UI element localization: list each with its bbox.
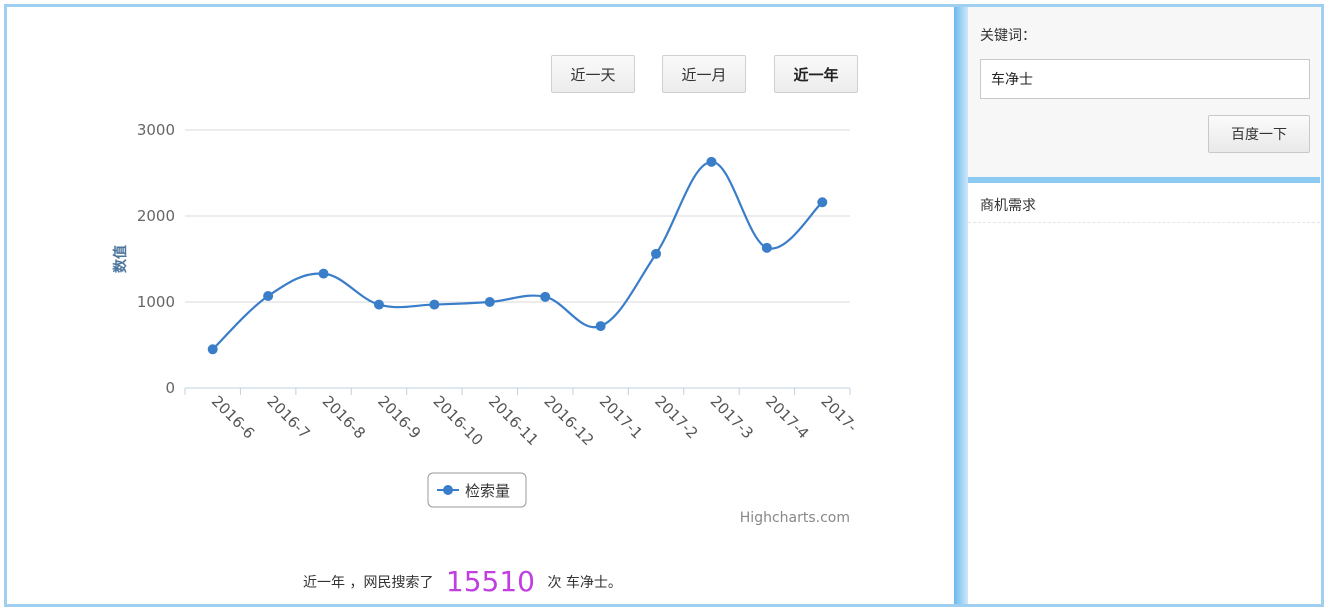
summary-text-before: ，网民搜索了 <box>349 575 434 591</box>
legend-label: 检索量 <box>465 482 510 500</box>
y-axis-title: 数值 <box>112 245 129 273</box>
sidebar: 关键词： 百度一下 商机需求 <box>968 7 1320 604</box>
x-tick-label: 2017-4 <box>762 392 812 442</box>
y-tick-label: 0 <box>165 379 175 397</box>
data-point <box>706 156 717 167</box>
x-tick-label: 2016-6 <box>208 392 258 442</box>
column-divider <box>954 7 968 604</box>
legend-marker-icon <box>443 485 453 495</box>
data-point <box>595 321 606 332</box>
y-tick-label: 1000 <box>137 293 175 311</box>
x-tick-label: 2016-8 <box>319 392 369 442</box>
chart-credits: Highcharts.com <box>740 510 850 526</box>
summary-period: 近一年 <box>303 575 345 591</box>
summary-count: 15510 <box>445 565 535 598</box>
x-tick-label: 2016-11 <box>485 392 542 449</box>
demand-panel: 商机需求 <box>968 183 1320 604</box>
demand-header: 商机需求 <box>968 183 1320 223</box>
x-tick-label: 2016-10 <box>430 392 487 449</box>
baidu-search-button[interactable]: 百度一下 <box>1208 115 1310 153</box>
summary-text-after: 次 车净士。 <box>547 575 622 591</box>
data-point <box>651 248 662 259</box>
search-volume-chart: 0100020003000数值2016-6 2016-7 2016-8 2016-9 2… <box>112 121 861 526</box>
x-tick-label: 2016-12 <box>540 392 597 449</box>
demand-title: 商机需求 <box>980 198 1036 214</box>
data-point <box>207 344 218 355</box>
x-tick-label: 2016-7 <box>263 392 313 442</box>
trend-panel: 近一天 近一月 近一年 0 1000 2000 3000 数值 2016-6 2016-7 2… <box>7 7 954 604</box>
data-point <box>429 299 440 310</box>
series-line <box>211 160 824 351</box>
data-point <box>484 297 495 307</box>
data-point <box>373 299 384 310</box>
keyword-label: 关键词： <box>980 28 1036 44</box>
y-tick-label: 2000 <box>137 207 175 225</box>
x-tick-label: 2017-1 <box>596 392 646 442</box>
data-point <box>817 197 828 208</box>
data-point <box>263 290 274 301</box>
x-tick-label: 2017-2 <box>651 392 701 442</box>
search-summary: 近一年 ，网民搜索了 15510 次 车净士。 <box>303 565 622 599</box>
x-tick-label: 2017-3 <box>707 392 757 442</box>
data-point <box>761 242 772 253</box>
y-tick-label: 3000 <box>137 121 175 139</box>
data-point <box>318 268 329 279</box>
keyword-input[interactable] <box>980 59 1310 99</box>
x-tick-label: 2017- <box>817 392 861 436</box>
x-tick-label: 2016-9 <box>374 392 424 442</box>
keyword-search-box: 关键词： 百度一下 <box>968 7 1320 178</box>
data-point <box>540 291 551 302</box>
